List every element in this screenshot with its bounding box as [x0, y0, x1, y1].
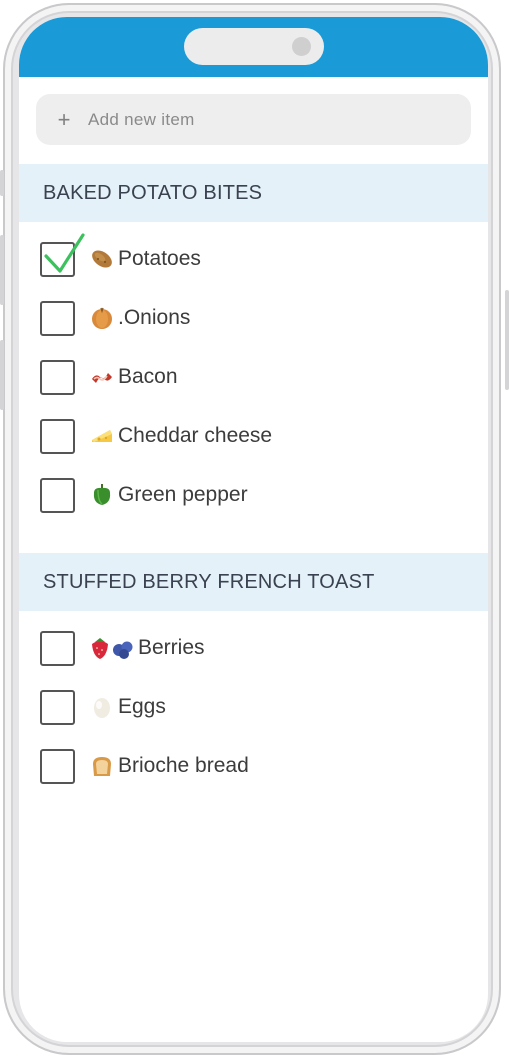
section-header-baked-potato-bites: BAKED POTATO BITES: [19, 164, 488, 222]
checkbox[interactable]: [40, 689, 75, 725]
item-label: Brioche bread: [118, 754, 249, 777]
item-label: Eggs: [118, 695, 166, 718]
plus-icon[interactable]: +: [57, 107, 71, 133]
checkbox[interactable]: [40, 359, 75, 395]
item-label: Cheddar cheese: [118, 424, 273, 447]
onion-icon: [89, 305, 115, 331]
list-item[interactable]: .Onions: [40, 299, 190, 337]
bacon-icon: [89, 364, 115, 390]
list-item[interactable]: Brioche bread: [40, 747, 249, 785]
section-title: STUFFED BERRY FRENCH TOAST: [43, 570, 375, 593]
section-header-stuffed-berry-french-toast: STUFFED BERRY FRENCH TOAST: [19, 553, 488, 611]
list-item[interactable]: Green pepper: [40, 476, 248, 514]
side-button-left-top: [0, 170, 4, 196]
side-button-right: [505, 290, 509, 390]
camera-dot: [292, 37, 311, 56]
list-item[interactable]: Potatoes: [40, 232, 201, 278]
item-label: Berries: [138, 636, 205, 659]
item-label: Green pepper: [118, 483, 248, 506]
section-title: BAKED POTATO BITES: [43, 181, 263, 204]
checkbox[interactable]: [40, 630, 75, 666]
add-item-bar[interactable]: + Add new item: [36, 94, 471, 145]
list-item[interactable]: Bacon: [40, 358, 178, 396]
bread-icon: [89, 753, 115, 779]
bell-pepper-icon: [89, 482, 115, 508]
list-item[interactable]: Eggs: [40, 688, 166, 726]
egg-icon: [89, 694, 115, 720]
checkbox[interactable]: [40, 748, 75, 784]
checkbox[interactable]: [40, 300, 75, 336]
side-button-left-bottom: [0, 340, 4, 410]
checkmark-icon: [44, 232, 85, 273]
cheese-icon: [89, 423, 115, 449]
dynamic-island: [184, 28, 324, 65]
strawberry-blueberries-icon: [89, 635, 135, 661]
phone-screen: + Add new item BAKED POTATO BITES Potato…: [19, 17, 488, 1042]
list-item[interactable]: Berries: [40, 629, 205, 667]
item-label: Potatoes: [118, 247, 201, 270]
list-item[interactable]: Cheddar cheese: [40, 417, 272, 455]
status-bar: [19, 17, 488, 77]
checkbox[interactable]: [40, 232, 85, 277]
checkbox[interactable]: [40, 418, 75, 454]
item-label: .Onions: [118, 306, 191, 329]
item-label: Bacon: [118, 365, 178, 388]
add-item-input[interactable]: Add new item: [88, 110, 195, 130]
potato-icon: [89, 246, 115, 272]
checkbox[interactable]: [40, 477, 75, 513]
side-button-left-mid: [0, 235, 4, 305]
